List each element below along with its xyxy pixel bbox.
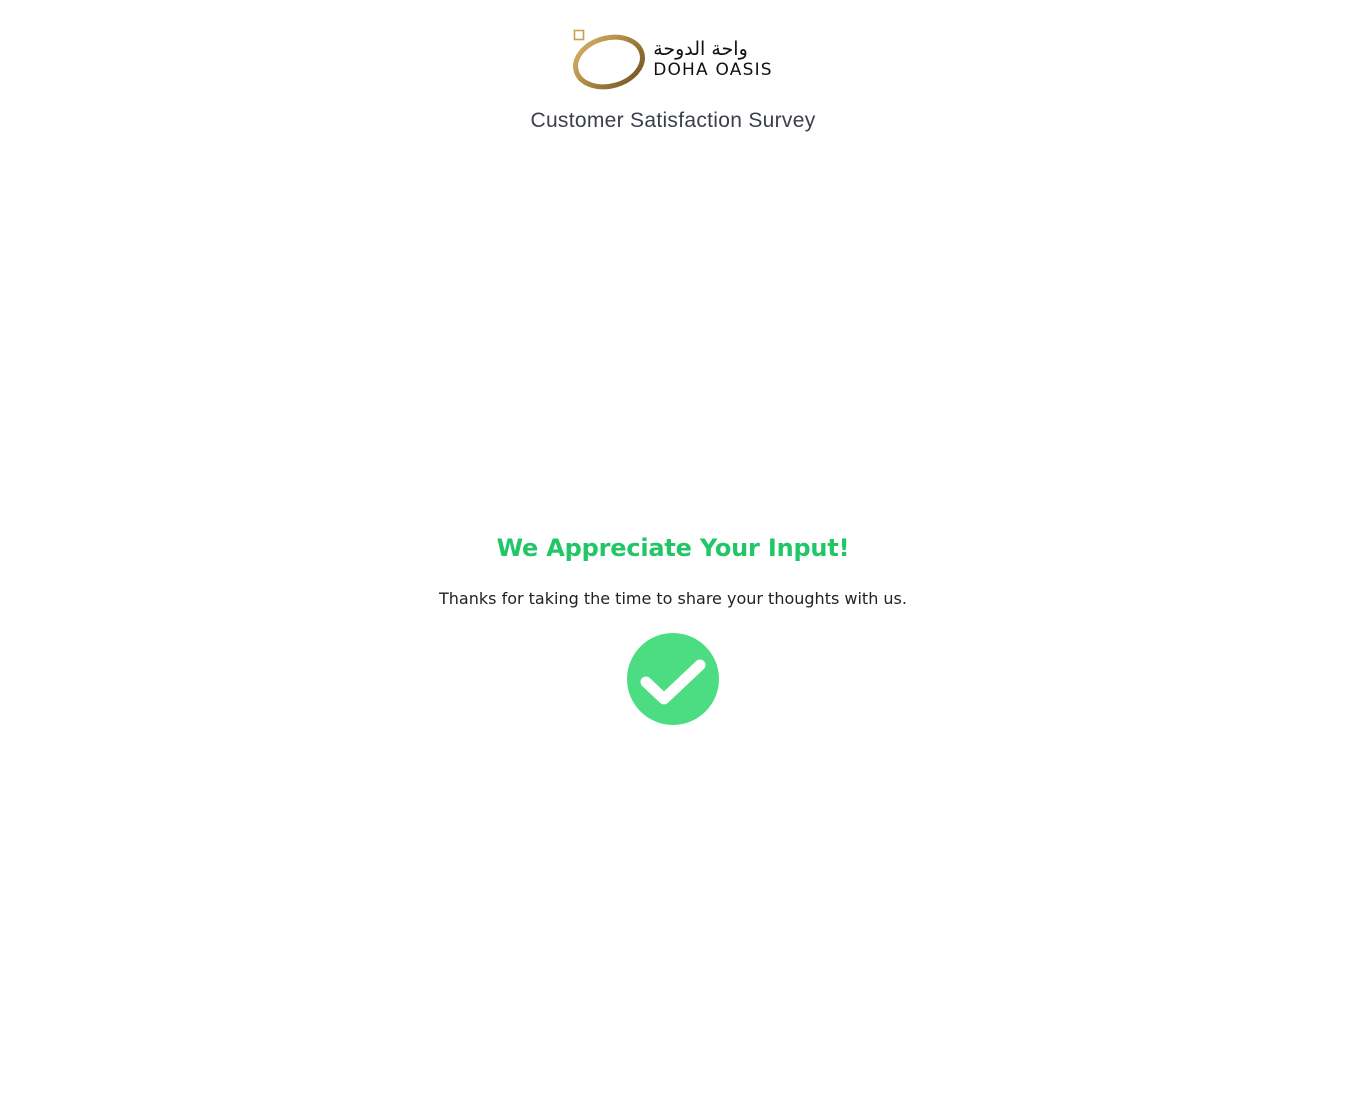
confirmation-heading: We Appreciate Your Input! (496, 534, 850, 562)
doha-oasis-logo: واحة الدوحة DOHA OASIS (573, 28, 773, 90)
page-title: Customer Satisfaction Survey (530, 109, 816, 132)
logo-wordmark: واحة الدوحة DOHA OASIS (653, 37, 773, 80)
page-header: واحة الدوحة DOHA OASIS Customer Satisfac… (0, 28, 1346, 133)
logo-arabic-name: واحة الدوحة (653, 37, 748, 60)
check-circle-icon (627, 633, 719, 725)
logo-english-name: DOHA OASIS (653, 59, 773, 80)
success-indicator (626, 632, 720, 726)
confirmation-message: Thanks for taking the time to share your… (439, 589, 907, 608)
logo-ring-icon (573, 29, 646, 90)
confirmation-panel: We Appreciate Your Input! Thanks for tak… (0, 534, 1346, 730)
